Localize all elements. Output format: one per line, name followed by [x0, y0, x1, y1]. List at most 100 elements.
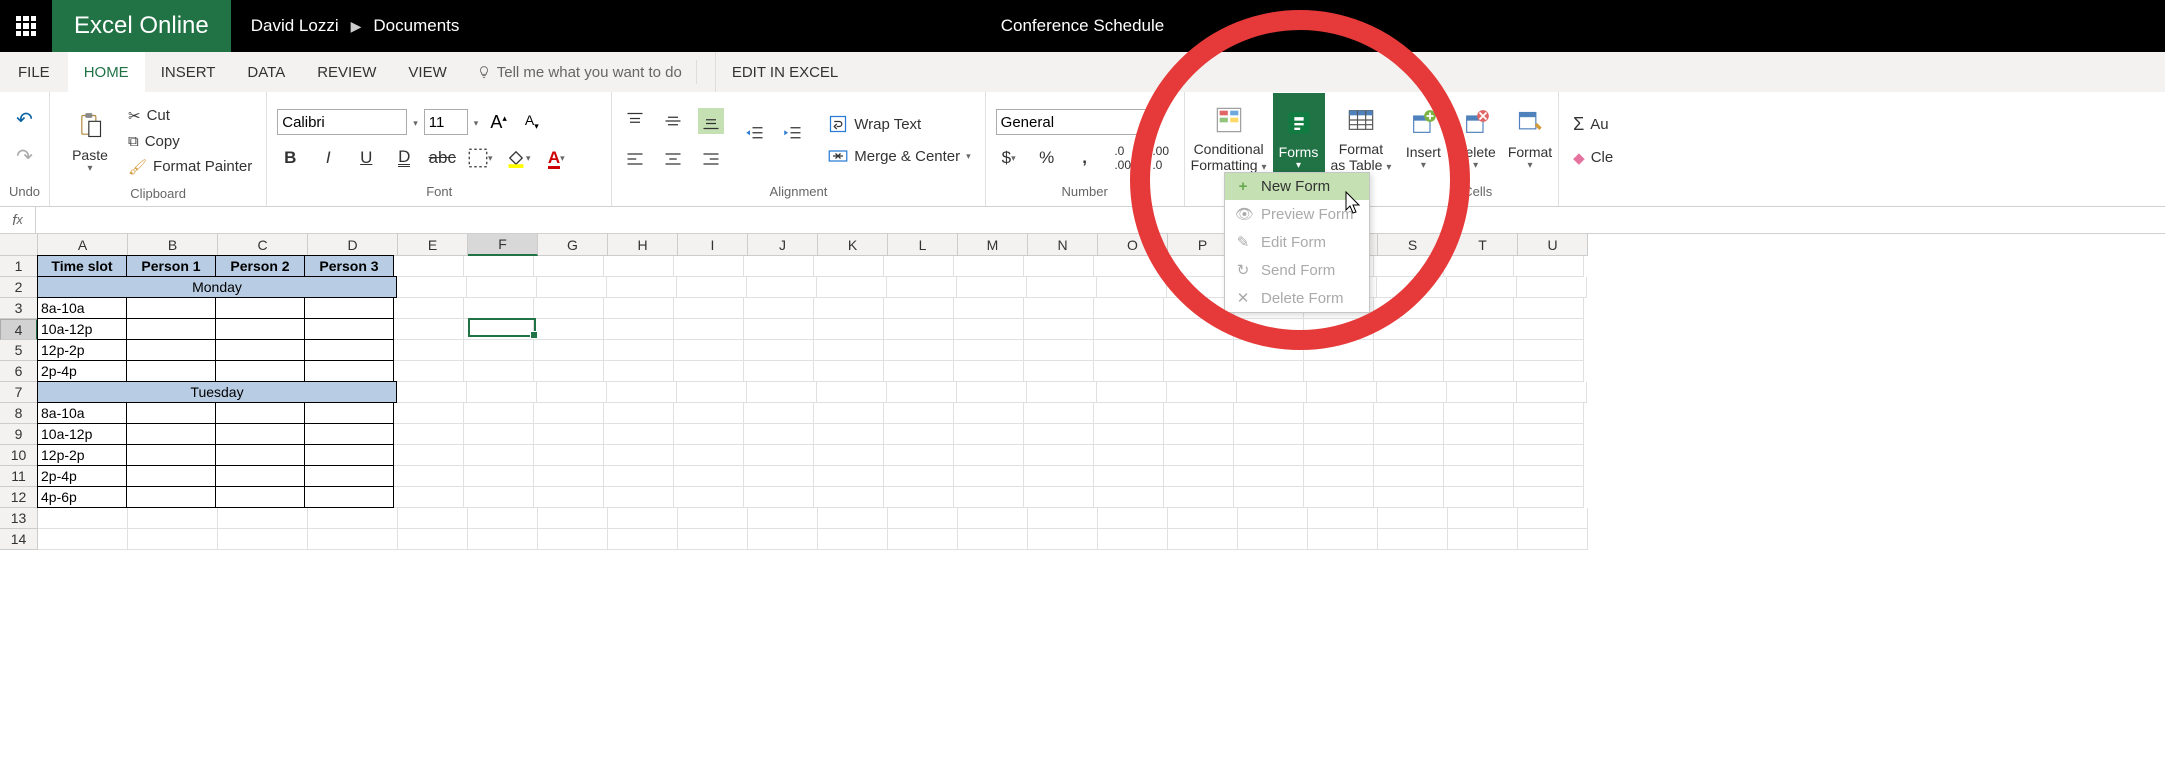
- tab-insert[interactable]: INSERT: [145, 52, 232, 92]
- align-center-button[interactable]: [660, 146, 686, 172]
- cell-L4[interactable]: [884, 319, 954, 340]
- underline-button[interactable]: U: [353, 145, 379, 171]
- row-header-1[interactable]: 1: [0, 256, 38, 277]
- col-header-K[interactable]: K: [818, 234, 888, 256]
- cell-D13[interactable]: [308, 508, 398, 529]
- forms-button[interactable]: Forms ▾: [1273, 93, 1325, 183]
- cell-I12[interactable]: [674, 487, 744, 508]
- cell-G3[interactable]: [534, 298, 604, 319]
- cell-A12[interactable]: 4p-6p: [37, 486, 127, 508]
- cell-E9[interactable]: [394, 424, 464, 445]
- delete-cells-button[interactable]: Delete ▾: [1449, 93, 1501, 183]
- cell-I6[interactable]: [674, 361, 744, 382]
- align-right-button[interactable]: [698, 146, 724, 172]
- cell-E6[interactable]: [394, 361, 464, 382]
- cell-P13[interactable]: [1168, 508, 1238, 529]
- cell-U9[interactable]: [1514, 424, 1584, 445]
- cell-T13[interactable]: [1448, 508, 1518, 529]
- cell-B13[interactable]: [128, 508, 218, 529]
- clear-button[interactable]: ◆ Cle: [1569, 147, 1617, 169]
- cell-D9[interactable]: [304, 423, 394, 445]
- row-header-12[interactable]: 12: [0, 487, 38, 508]
- cell-E5[interactable]: [394, 340, 464, 361]
- cell-R10[interactable]: [1304, 445, 1374, 466]
- col-header-S[interactable]: S: [1378, 234, 1448, 256]
- cell-R13[interactable]: [1308, 508, 1378, 529]
- document-title[interactable]: Conference Schedule: [1001, 16, 1165, 36]
- cell-S3[interactable]: [1374, 298, 1444, 319]
- row-header-3[interactable]: 3: [0, 298, 38, 319]
- cell-S6[interactable]: [1374, 361, 1444, 382]
- cell-L1[interactable]: [884, 256, 954, 277]
- cell-B4[interactable]: [126, 318, 216, 340]
- cell-N12[interactable]: [1024, 487, 1094, 508]
- cell-E1[interactable]: [394, 256, 464, 277]
- cell-D4[interactable]: [304, 318, 394, 340]
- cell-H4[interactable]: [604, 319, 674, 340]
- cell-A3[interactable]: 8a-10a: [37, 297, 127, 319]
- cell-T14[interactable]: [1448, 529, 1518, 550]
- align-top-button[interactable]: [622, 108, 648, 134]
- cell-N7[interactable]: [1027, 382, 1097, 403]
- cell-F12[interactable]: [464, 487, 534, 508]
- cell-D5[interactable]: [304, 339, 394, 361]
- row-header-7[interactable]: 7: [0, 382, 38, 403]
- cell-G10[interactable]: [534, 445, 604, 466]
- cell-F8[interactable]: [464, 403, 534, 424]
- cell-L8[interactable]: [884, 403, 954, 424]
- cell-O4[interactable]: [1094, 319, 1164, 340]
- cell-J10[interactable]: [744, 445, 814, 466]
- tab-review[interactable]: REVIEW: [301, 52, 392, 92]
- bold-button[interactable]: B: [277, 145, 303, 171]
- cell-L6[interactable]: [884, 361, 954, 382]
- cell-N4[interactable]: [1024, 319, 1094, 340]
- cell-O8[interactable]: [1094, 403, 1164, 424]
- cell-F1[interactable]: [464, 256, 534, 277]
- cell-G1[interactable]: [534, 256, 604, 277]
- cell-O14[interactable]: [1098, 529, 1168, 550]
- cell-J12[interactable]: [744, 487, 814, 508]
- cell-M2[interactable]: [957, 277, 1027, 298]
- cell-K7[interactable]: [817, 382, 887, 403]
- cell-S5[interactable]: [1374, 340, 1444, 361]
- cell-E4[interactable]: [394, 319, 464, 340]
- cell-N9[interactable]: [1024, 424, 1094, 445]
- cell-S10[interactable]: [1374, 445, 1444, 466]
- cell-P9[interactable]: [1164, 424, 1234, 445]
- cell-D8[interactable]: [304, 402, 394, 424]
- cell-E12[interactable]: [394, 487, 464, 508]
- cell-J8[interactable]: [744, 403, 814, 424]
- font-name-select[interactable]: [277, 109, 407, 135]
- cell-R14[interactable]: [1308, 529, 1378, 550]
- cell-F2[interactable]: [467, 277, 537, 298]
- cell-N1[interactable]: [1024, 256, 1094, 277]
- cell-U8[interactable]: [1514, 403, 1584, 424]
- cell-C1[interactable]: Person 2: [215, 255, 305, 277]
- cut-button[interactable]: ✂ Cut: [124, 105, 256, 127]
- cell-B14[interactable]: [128, 529, 218, 550]
- cell-C9[interactable]: [215, 423, 305, 445]
- cell-E8[interactable]: [394, 403, 464, 424]
- menu-new-form[interactable]: + New Form: [1225, 173, 1369, 200]
- italic-button[interactable]: I: [315, 145, 341, 171]
- cell-J6[interactable]: [744, 361, 814, 382]
- cell-O13[interactable]: [1098, 508, 1168, 529]
- cell-F6[interactable]: [464, 361, 534, 382]
- cell-L7[interactable]: [887, 382, 957, 403]
- cell-F10[interactable]: [464, 445, 534, 466]
- cell-M4[interactable]: [954, 319, 1024, 340]
- cell-F7[interactable]: [467, 382, 537, 403]
- cell-A1[interactable]: Time slot: [37, 255, 127, 277]
- cell-H7[interactable]: [607, 382, 677, 403]
- decrease-indent-button[interactable]: [742, 121, 768, 147]
- cell-P11[interactable]: [1164, 466, 1234, 487]
- increase-decimal-button[interactable]: .0.00: [1110, 145, 1136, 171]
- cell-Q5[interactable]: [1234, 340, 1304, 361]
- cell-J5[interactable]: [744, 340, 814, 361]
- cell-E7[interactable]: [397, 382, 467, 403]
- cell-S12[interactable]: [1374, 487, 1444, 508]
- cell-R12[interactable]: [1304, 487, 1374, 508]
- cell-T5[interactable]: [1444, 340, 1514, 361]
- cell-P10[interactable]: [1164, 445, 1234, 466]
- cell-O1[interactable]: [1094, 256, 1164, 277]
